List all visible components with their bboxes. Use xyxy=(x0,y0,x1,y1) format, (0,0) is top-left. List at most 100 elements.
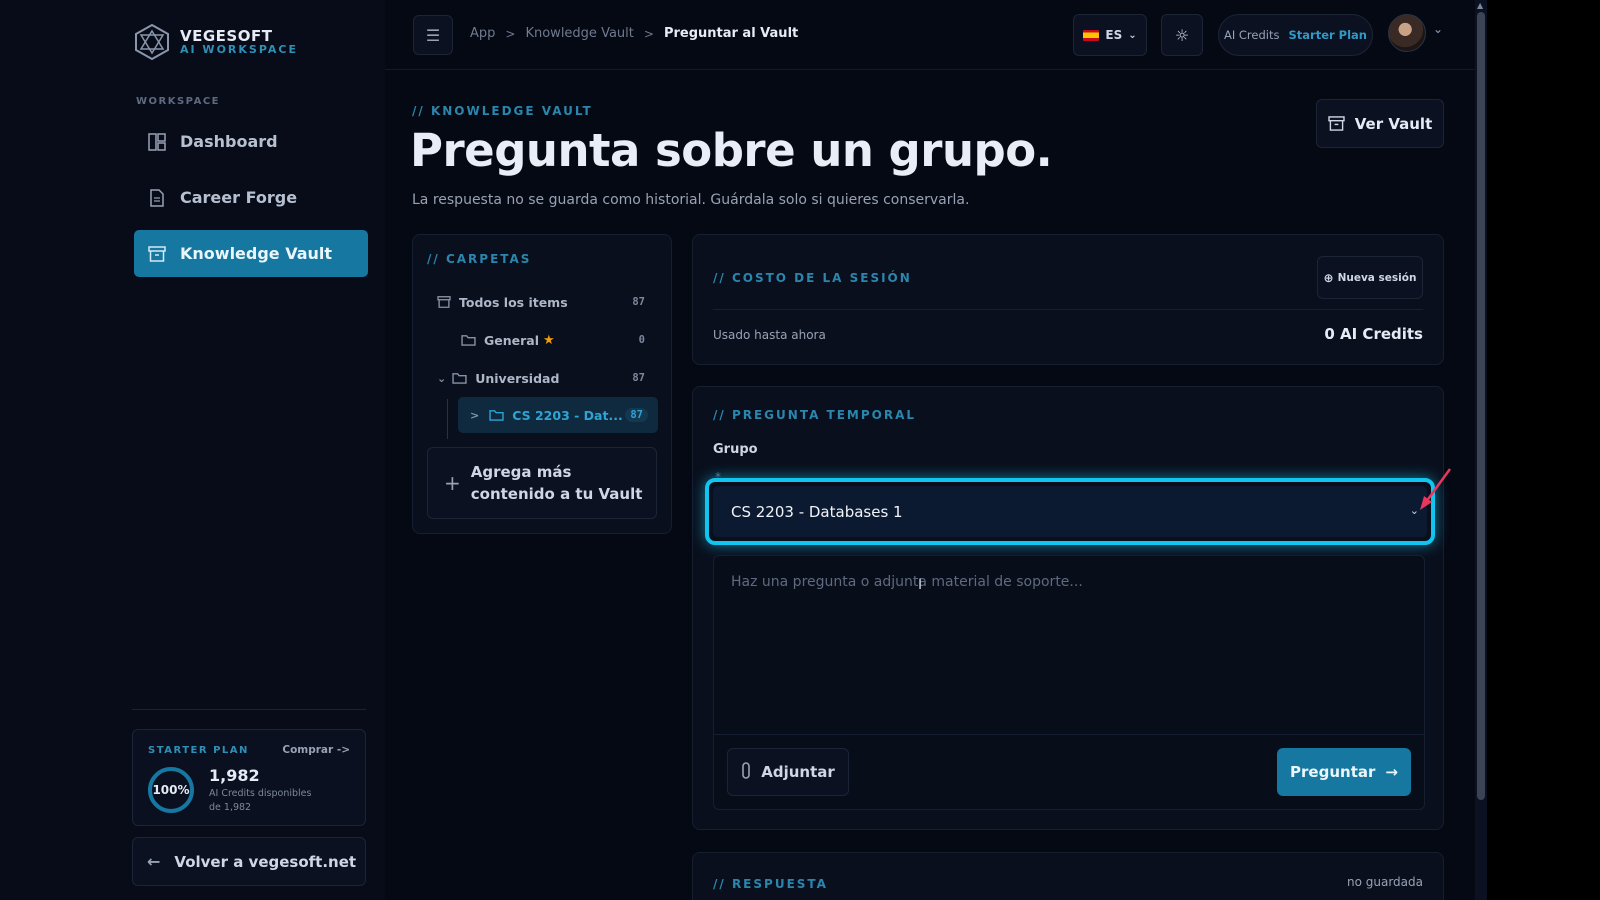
language-code: ES xyxy=(1105,28,1123,42)
plus-icon: + xyxy=(444,471,461,495)
new-session-button[interactable]: ⊕ Nueva sesión xyxy=(1317,256,1423,299)
plan-title: STARTER PLAN xyxy=(148,745,249,756)
folder-count: 87 xyxy=(625,408,648,422)
add-content-card[interactable]: + Agrega más contenido a tu Vault xyxy=(427,447,657,519)
credits-description: AI Credits disponibles de 1,982 xyxy=(209,787,329,815)
sidebar-item-label: Dashboard xyxy=(180,132,278,151)
arrow-left-icon: ← xyxy=(147,852,161,871)
chevron-right-icon: > xyxy=(643,26,654,41)
breadcrumb-knowledge-vault[interactable]: Knowledge Vault xyxy=(525,26,633,41)
folder-count: 87 xyxy=(632,372,645,384)
folder-universidad[interactable]: ⌄ Universidad 87 xyxy=(437,360,659,396)
brand-logo[interactable]: VEGESOFT AI WORKSPACE xyxy=(132,22,298,62)
folder-label: CS 2203 - Dat... xyxy=(512,407,623,423)
group-field-label: Grupo xyxy=(713,442,758,457)
sidebar-item-dashboard[interactable]: Dashboard xyxy=(134,118,368,165)
group-select[interactable]: CS 2203 - Databases 1 ⌄ xyxy=(713,486,1427,537)
scrollbar-thumb[interactable] xyxy=(1477,12,1485,800)
sidebar-item-career-forge[interactable]: Career Forge xyxy=(134,174,368,221)
chevron-down-icon[interactable]: ⌄ xyxy=(1433,22,1443,36)
sidebar-divider xyxy=(132,709,366,710)
credits-label: AI Credits xyxy=(1223,28,1280,42)
used-credits-value: 0 AI Credits xyxy=(1324,325,1423,343)
paperclip-icon xyxy=(741,761,751,783)
dashboard-icon xyxy=(146,131,168,153)
sidebar-section-label: WORKSPACE xyxy=(136,96,221,107)
spain-flag-icon xyxy=(1083,29,1100,41)
credits-plan-pill[interactable]: AI Credits Starter Plan xyxy=(1218,14,1373,56)
view-vault-button[interactable]: Ver Vault xyxy=(1316,99,1444,148)
back-to-site-button[interactable]: ← Volver a vegesoft.net xyxy=(132,837,366,886)
plus-circle-icon: ⊕ xyxy=(1323,270,1334,285)
temporary-question-panel: // PREGUNTA TEMPORAL Grupo * CS 2203 - D… xyxy=(692,386,1444,830)
back-to-site-label: Volver a vegesoft.net xyxy=(174,852,357,871)
buy-credits-link[interactable]: Comprar -> xyxy=(282,744,350,756)
session-cost-title: // COSTO DE LA SESIÓN xyxy=(713,271,912,285)
window-gutter xyxy=(1487,0,1600,900)
star-icon: ★ xyxy=(543,332,555,348)
answer-status: no guardada xyxy=(1346,875,1423,889)
add-content-line: Agrega más xyxy=(470,463,572,481)
answer-title: // RESPUESTA xyxy=(713,877,828,891)
used-label: Usado hasta ahora xyxy=(713,328,826,342)
scroll-up-icon[interactable]: ▲ xyxy=(1477,1,1483,10)
chevron-down-icon: ⌄ xyxy=(1128,29,1137,41)
submit-question-label: Preguntar xyxy=(1290,763,1376,781)
chevron-down-icon[interactable]: ⌄ xyxy=(437,372,446,385)
logo-icon xyxy=(135,23,169,61)
sidebar-item-label: Career Forge xyxy=(180,188,298,207)
annotation-arrow-icon xyxy=(1420,468,1452,510)
sidebar-item-label: Knowledge Vault xyxy=(180,244,333,263)
folder-cs-2203[interactable]: > CS 2203 - Dat... 87 xyxy=(458,397,658,433)
question-textarea[interactable]: Haz una pregunta o adjunta material de s… xyxy=(713,555,1425,735)
menu-toggle-button[interactable]: ☰ xyxy=(413,15,453,55)
add-content-line: contenido a tu Vault xyxy=(470,485,643,503)
folder-general[interactable]: General ★ 0 xyxy=(461,322,659,358)
plan-name: Starter Plan xyxy=(1288,28,1367,42)
question-placeholder: Haz una pregunta o adjunta material de s… xyxy=(731,574,1083,590)
group-select-value: CS 2203 - Databases 1 xyxy=(731,502,903,521)
attach-label: Adjuntar xyxy=(761,763,835,781)
avatar[interactable] xyxy=(1388,14,1426,52)
page-title: Pregunta sobre un grupo. xyxy=(410,124,1053,177)
credits-progress-ring: 100% xyxy=(148,767,194,813)
tree-connector xyxy=(447,399,448,439)
hamburger-icon: ☰ xyxy=(425,25,441,45)
folder-label: General xyxy=(484,332,539,348)
arrow-right-icon: → xyxy=(1385,763,1398,781)
page-subtitle: La respuesta no se guarda como historial… xyxy=(412,192,970,208)
language-selector[interactable]: ES ⌄ xyxy=(1073,14,1147,56)
folder-label: Universidad xyxy=(475,370,560,386)
breadcrumb: App > Knowledge Vault > Preguntar al Vau… xyxy=(470,26,798,41)
theme-toggle-button[interactable]: ☼ xyxy=(1161,14,1203,56)
chevron-right-icon[interactable]: > xyxy=(470,409,479,422)
submit-question-button[interactable]: Preguntar → xyxy=(1277,748,1411,796)
credits-description-line: AI Credits disponibles xyxy=(209,788,312,799)
folder-icon xyxy=(461,334,476,346)
folders-panel: // CARPETAS Todos los items 87 General ★… xyxy=(412,234,672,534)
top-bar: ☰ App > Knowledge Vault > Preguntar al V… xyxy=(385,0,1475,70)
session-cost-panel: // COSTO DE LA SESIÓN ⊕ Nueva sesión Usa… xyxy=(692,234,1444,365)
group-select-highlight: CS 2203 - Databases 1 ⌄ xyxy=(705,478,1435,545)
sun-icon: ☼ xyxy=(1174,25,1190,45)
attach-button[interactable]: Adjuntar xyxy=(727,748,849,796)
breadcrumb-app[interactable]: App xyxy=(470,26,495,41)
folder-icon xyxy=(452,372,467,384)
folder-all-items[interactable]: Todos los items 87 xyxy=(437,284,659,320)
folders-title: // CARPETAS xyxy=(427,252,532,266)
page-scrollbar[interactable]: ▲ xyxy=(1475,0,1487,900)
archive-icon xyxy=(437,296,451,308)
archive-icon xyxy=(146,243,168,265)
temporary-question-title: // PREGUNTA TEMPORAL xyxy=(713,408,917,422)
credits-total-line: de 1,982 xyxy=(209,802,252,813)
folder-count: 87 xyxy=(632,296,645,308)
sidebar-item-knowledge-vault[interactable]: Knowledge Vault xyxy=(134,230,368,277)
brand-subtitle: AI WORKSPACE xyxy=(180,43,298,57)
document-icon xyxy=(146,187,168,209)
page-eyebrow: // KNOWLEDGE VAULT xyxy=(412,104,593,118)
divider xyxy=(713,309,1423,310)
question-actions: Adjuntar Preguntar → xyxy=(713,735,1425,810)
text-cursor-icon: I xyxy=(918,577,923,593)
folder-count: 0 xyxy=(638,334,645,346)
folder-label: Todos los items xyxy=(459,294,568,310)
